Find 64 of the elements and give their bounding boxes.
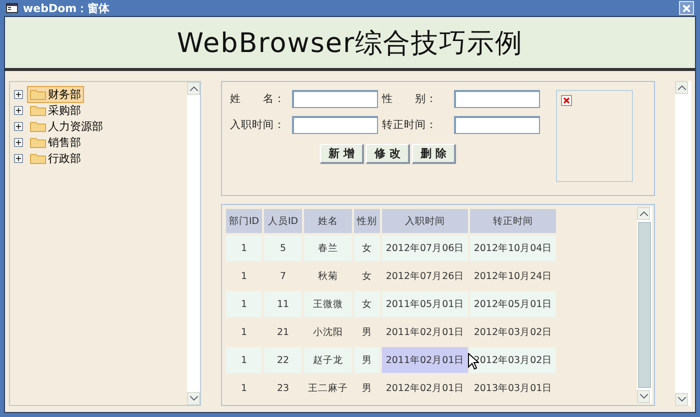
column-header[interactable]: 入职时间	[382, 209, 468, 233]
table-cell: 赵子龙	[304, 347, 352, 373]
folder-icon	[30, 152, 46, 164]
table-cell: 2012年07月06日	[382, 235, 468, 261]
expand-icon[interactable]	[14, 90, 23, 98]
field-label: 转正时间：	[382, 118, 438, 132]
table-cell: 1	[226, 291, 262, 317]
column-header[interactable]: 性别	[354, 209, 380, 233]
action-button[interactable]: 新 增	[320, 144, 364, 164]
field-label: 入职时间：	[230, 118, 286, 132]
table-cell: 2012年10月04日	[470, 235, 556, 261]
table-cell: 2011年02月01日	[382, 347, 468, 373]
scrollbar[interactable]	[675, 81, 691, 406]
input-field[interactable]	[292, 116, 378, 134]
scroll-up-button[interactable]	[675, 81, 688, 94]
table-cell: 22	[264, 347, 302, 373]
scrollbar[interactable]	[187, 82, 200, 405]
expand-icon[interactable]	[14, 138, 23, 146]
folder-icon	[30, 120, 46, 132]
action-button[interactable]: 修 改	[366, 144, 410, 164]
broken-image-icon	[561, 95, 572, 106]
window-title: webDom：窗体	[23, 0, 111, 16]
table-cell: 2012年05月01日	[470, 291, 556, 317]
action-button[interactable]: 删 除	[412, 144, 456, 164]
scroll-down-button[interactable]	[675, 393, 688, 406]
tree-item[interactable]: 采购部	[27, 102, 84, 118]
tree-item[interactable]: 财务部	[27, 86, 84, 102]
tree-item[interactable]: 行政部	[27, 150, 84, 166]
column-header[interactable]: 转正时间	[470, 209, 556, 233]
column-header[interactable]: 部门ID	[226, 209, 262, 233]
close-button[interactable]	[679, 1, 694, 15]
table-cell: 5	[264, 235, 302, 261]
folder-icon	[30, 136, 46, 148]
scroll-up-button[interactable]	[187, 82, 200, 95]
table-cell: 1	[226, 347, 262, 373]
table-cell: 女	[354, 235, 380, 261]
close-icon	[683, 4, 690, 12]
folder-icon	[30, 88, 46, 100]
table-cell: 男	[354, 347, 380, 373]
column-header[interactable]: 人员ID	[264, 209, 302, 233]
page-title: WebBrowser综合技巧示例	[176, 26, 524, 60]
table-cell: 女	[354, 291, 380, 317]
scroll-thumb[interactable]	[638, 222, 651, 388]
input-field[interactable]	[292, 90, 378, 108]
tree-item[interactable]: 人力资源部	[27, 118, 106, 134]
expand-icon[interactable]	[14, 106, 23, 114]
scroll-up-button[interactable]	[637, 207, 650, 220]
scroll-down-button[interactable]	[187, 392, 200, 405]
expand-icon[interactable]	[14, 122, 23, 130]
scrollbar[interactable]	[637, 207, 652, 403]
table-cell: 王微微	[304, 291, 352, 317]
column-header[interactable]: 姓名	[304, 209, 352, 233]
table-cell: 11	[264, 291, 302, 317]
tree-item[interactable]: 销售部	[27, 134, 84, 150]
input-field[interactable]	[454, 116, 540, 134]
table-cell: 春兰	[304, 235, 352, 261]
table-cell: 1	[226, 235, 262, 261]
input-field[interactable]	[454, 90, 540, 108]
scroll-down-button[interactable]	[637, 390, 650, 403]
table-cell: 2011年05月01日	[382, 291, 468, 317]
field-label: 姓 名：	[230, 92, 286, 106]
expand-icon[interactable]	[14, 154, 23, 162]
form-icon	[6, 3, 18, 13]
field-label: 性 别：	[382, 92, 438, 106]
